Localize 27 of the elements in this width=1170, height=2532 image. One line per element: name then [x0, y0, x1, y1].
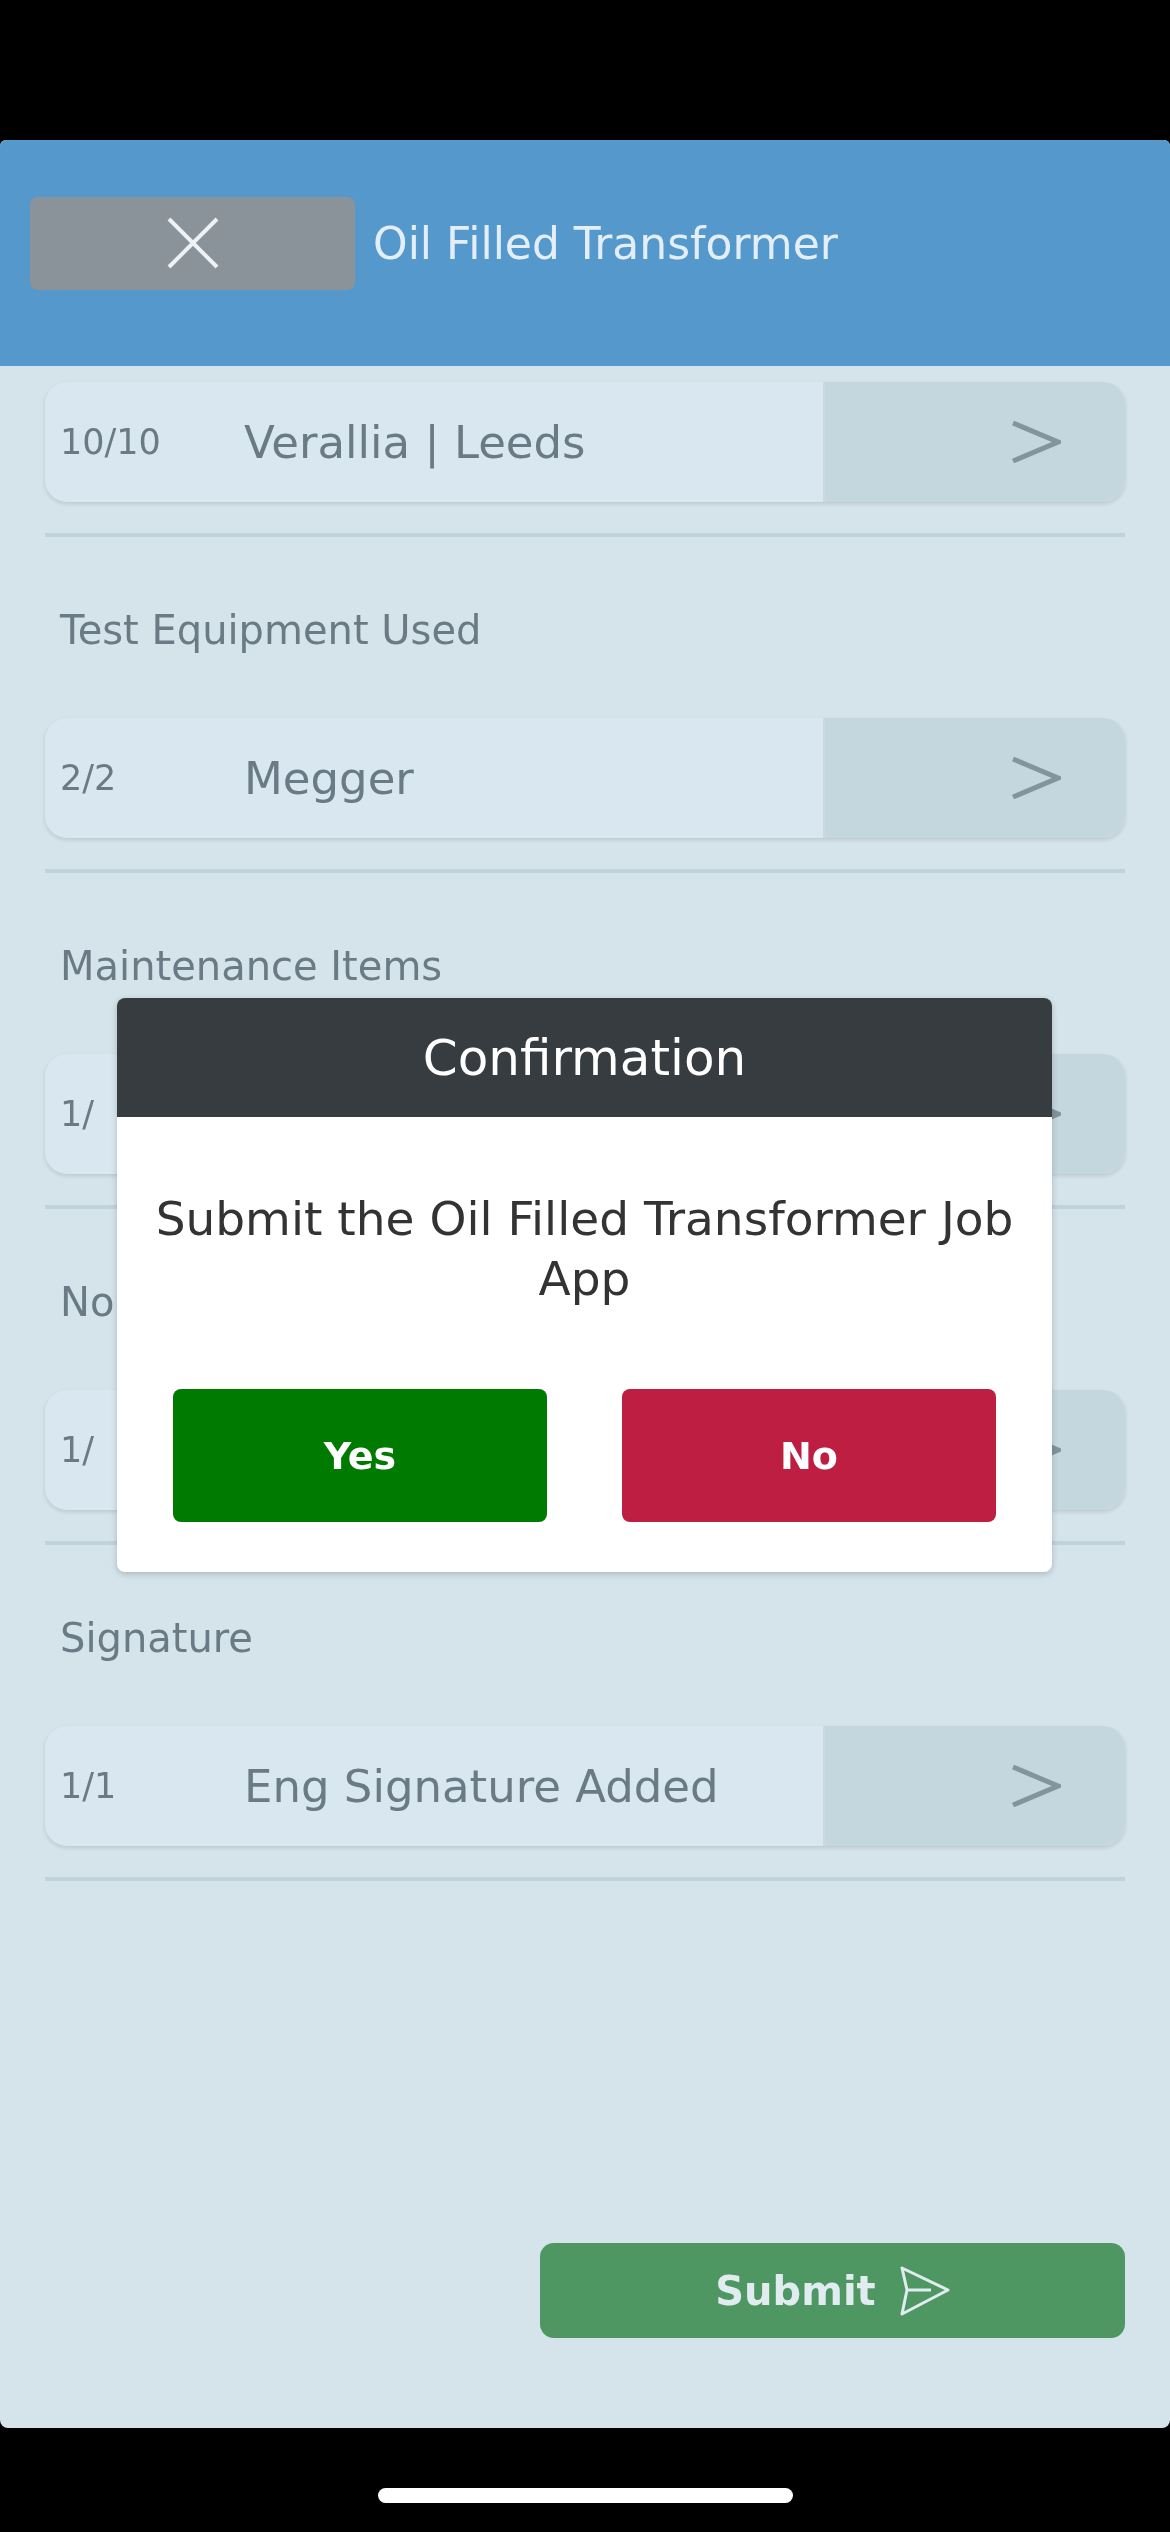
section-label: Test Equipment Used: [60, 606, 482, 655]
chevron-right-icon: [1011, 756, 1061, 800]
section-label: Signature: [60, 1614, 253, 1663]
item-count: 1/1: [60, 1766, 118, 1806]
item-count: 10/10: [60, 422, 162, 462]
row-value: Verallia | Leeds: [244, 415, 586, 469]
yes-button[interactable]: Yes: [173, 1389, 547, 1522]
close-button[interactable]: [30, 196, 355, 290]
item-count: 1/: [60, 1430, 96, 1470]
row-value: Eng Signature Added: [244, 1759, 719, 1813]
section-label: Maintenance Items: [60, 942, 443, 991]
page-title: Oil Filled Transformer: [373, 217, 838, 269]
no-button[interactable]: No: [622, 1389, 996, 1522]
list-row[interactable]: 2/2 Megger: [45, 718, 1125, 838]
chevron-right-icon: [1011, 1764, 1061, 1808]
submit-button[interactable]: Submit: [540, 2243, 1125, 2338]
close-icon: [166, 217, 219, 269]
dialog-message: Submit the Oil Filled Transformer Job App: [154, 1190, 1015, 1308]
chevron-right-icon: [1011, 420, 1061, 464]
list-row[interactable]: 1/1 Eng Signature Added: [45, 1726, 1125, 1846]
dialog-title: Confirmation: [117, 998, 1052, 1117]
item-count: 1/: [60, 1094, 96, 1134]
list-row[interactable]: 10/10 Verallia | Leeds: [45, 382, 1125, 502]
section-label: No: [60, 1278, 115, 1327]
item-count: 2/2: [60, 758, 118, 798]
row-value: Megger: [244, 751, 414, 805]
send-icon: [899, 2265, 950, 2316]
